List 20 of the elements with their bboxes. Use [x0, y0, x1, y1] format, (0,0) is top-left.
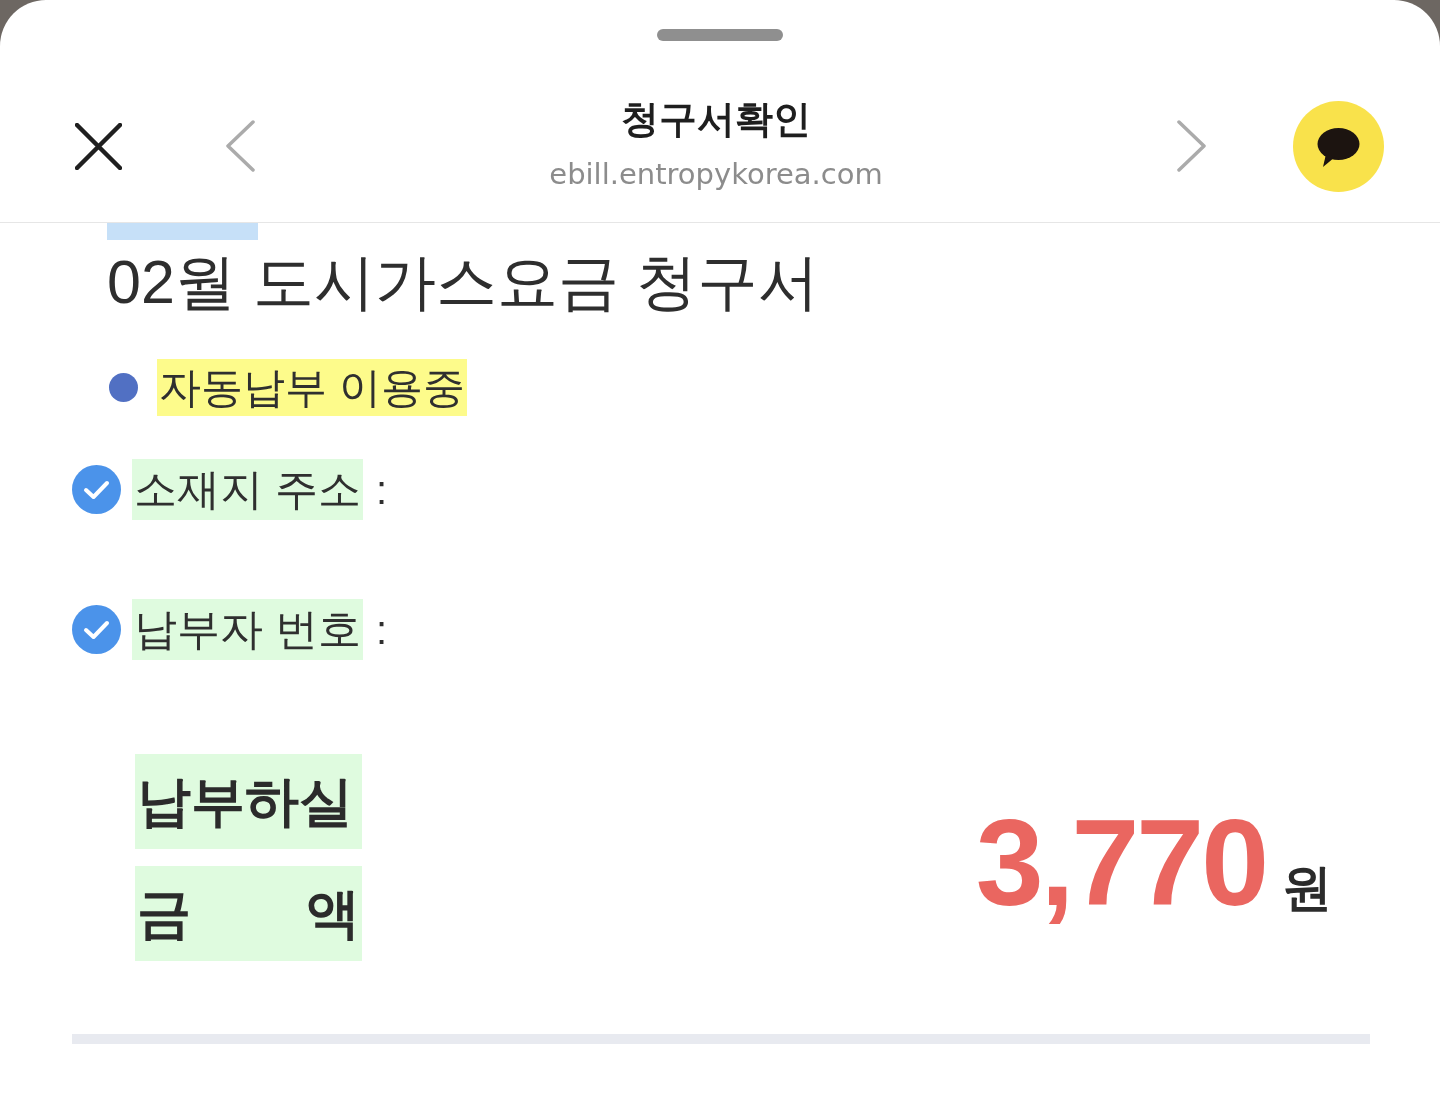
check-icon — [72, 465, 121, 515]
field-label: 납부자 번호 — [132, 599, 363, 661]
field-separator: : — [375, 606, 388, 654]
page-url: ebill.entropykorea.com — [549, 156, 883, 193]
chat-bubble-icon[interactable] — [1293, 100, 1384, 192]
close-icon[interactable] — [75, 122, 122, 170]
status-dot-icon — [109, 373, 138, 403]
check-icon — [72, 605, 121, 655]
drag-handle[interactable] — [657, 29, 783, 41]
back-chevron-icon[interactable] — [225, 120, 255, 172]
field-separator: : — [375, 466, 388, 514]
window-title: 청구서확인 — [621, 98, 811, 142]
autopay-status: 자동납부 이용중 — [157, 359, 467, 417]
bill-title: 02월 도시가스요금 청구서 — [107, 247, 819, 318]
amount-value: 3,770 — [975, 801, 1266, 924]
amount-label: 납부하실 — [135, 754, 362, 850]
amount-label: 금 액 — [135, 866, 362, 962]
currency-unit: 원 — [1282, 862, 1332, 913]
field-label: 소재지 주소 — [132, 459, 363, 521]
forward-chevron-icon[interactable] — [1177, 120, 1207, 172]
